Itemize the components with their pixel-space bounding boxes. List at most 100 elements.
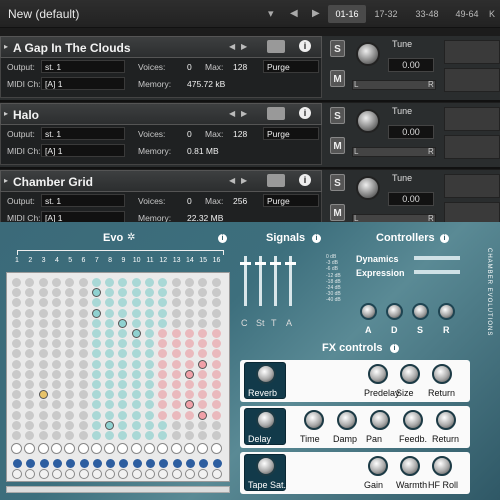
evo-step-dot[interactable] <box>131 380 141 389</box>
evo-step-note[interactable] <box>13 459 22 468</box>
evo-step-dot[interactable] <box>158 278 168 287</box>
evo-step-dot[interactable] <box>145 288 154 298</box>
evo-step-dot[interactable] <box>198 390 208 400</box>
evo-step-dot[interactable] <box>12 410 21 420</box>
evo-step-dot[interactable] <box>198 349 208 359</box>
evo-step-note[interactable] <box>146 459 155 468</box>
evo-step-button[interactable] <box>90 443 102 454</box>
evo-step-dot[interactable] <box>118 390 128 400</box>
signal-channel-label[interactable]: T <box>271 318 277 328</box>
evo-step-dot[interactable] <box>105 390 115 400</box>
evo-step-dot[interactable] <box>91 380 101 389</box>
evo-step-dot[interactable] <box>51 308 61 318</box>
evo-step-button[interactable] <box>157 443 169 454</box>
info-icon[interactable]: i <box>299 40 311 52</box>
evo-step-dot[interactable] <box>25 369 35 379</box>
next-instrument-icon[interactable]: ▶ <box>241 176 247 185</box>
fx-param-knob[interactable] <box>436 410 456 430</box>
evo-step-dot[interactable] <box>78 431 88 440</box>
evo-step-dot[interactable] <box>25 339 35 349</box>
evo-step-dot[interactable] <box>91 339 101 349</box>
evo-step-dot[interactable] <box>25 380 35 389</box>
fx-mix-knob[interactable] <box>256 410 276 430</box>
evo-step-dot[interactable] <box>145 369 154 379</box>
evo-step-dot[interactable] <box>51 359 61 369</box>
evo-step-dot[interactable] <box>65 369 75 379</box>
evo-step-toggle[interactable] <box>131 469 142 479</box>
evo-step-dot[interactable] <box>171 420 181 430</box>
evo-step-dot[interactable] <box>25 329 35 338</box>
evo-step-dot[interactable] <box>211 420 221 430</box>
evo-step-dot[interactable] <box>184 308 194 318</box>
evo-step-dot[interactable] <box>78 349 88 359</box>
page-tab-1[interactable]: 01-16 <box>328 5 366 23</box>
evo-step-dot[interactable] <box>145 431 154 440</box>
evo-step-dot[interactable] <box>78 410 88 420</box>
expression-slider[interactable] <box>414 270 460 274</box>
evo-step-dot[interactable] <box>78 390 88 400</box>
evo-step-dot[interactable] <box>145 420 154 430</box>
evo-step-dot[interactable] <box>12 420 21 430</box>
evo-step-button[interactable] <box>50 443 62 454</box>
evo-step-dot[interactable] <box>171 400 181 410</box>
evo-step-dot[interactable] <box>105 431 115 440</box>
evo-step-note[interactable] <box>52 459 62 468</box>
evo-step-dot[interactable] <box>211 390 221 400</box>
tune-value[interactable]: 0.00 <box>388 125 434 139</box>
evo-step-dot[interactable] <box>184 420 194 430</box>
signal-channel-label[interactable]: St <box>256 318 265 328</box>
camera-icon[interactable] <box>267 40 285 53</box>
evo-step-button[interactable] <box>210 443 222 454</box>
evo-step-dot[interactable] <box>105 278 115 287</box>
evo-step-dot[interactable] <box>158 359 168 369</box>
evo-step-dot[interactable] <box>91 288 101 298</box>
evo-step-dot[interactable] <box>12 380 21 389</box>
evo-step-toggle[interactable] <box>158 469 169 479</box>
evo-step-dot[interactable] <box>118 359 128 369</box>
evo-step-dot[interactable] <box>51 380 61 389</box>
evo-step-dot[interactable] <box>91 369 101 379</box>
evo-step-note[interactable] <box>172 459 182 468</box>
evo-step-dot[interactable] <box>38 390 48 400</box>
evo-step-dot[interactable] <box>78 288 88 298</box>
evo-step-dot[interactable] <box>105 339 115 349</box>
evo-step-dot[interactable] <box>198 298 208 308</box>
evo-info-icon[interactable]: i <box>218 234 227 243</box>
evo-step-dot[interactable] <box>211 288 221 298</box>
evo-step-dot[interactable] <box>171 308 181 318</box>
evo-step-dot[interactable] <box>118 420 128 430</box>
evo-step-dot[interactable] <box>91 318 101 328</box>
evo-step-dot[interactable] <box>184 431 194 440</box>
max-voices-value[interactable]: 128 <box>233 129 247 139</box>
fx-param-knob[interactable] <box>432 364 452 384</box>
evo-step-dot[interactable] <box>51 390 61 400</box>
evo-step-dot[interactable] <box>211 400 221 410</box>
pan-slider[interactable] <box>352 147 436 157</box>
evo-step-toggle[interactable] <box>184 469 195 479</box>
evo-step-dot[interactable] <box>171 278 181 287</box>
evo-step-dot[interactable] <box>158 369 168 379</box>
evo-step-dot[interactable] <box>211 298 221 308</box>
next-rack-icon[interactable]: ▶ <box>312 8 320 19</box>
evo-step-dot[interactable] <box>91 400 101 410</box>
page-tab-2[interactable]: 17-32 <box>367 5 405 23</box>
evo-step-dot[interactable] <box>78 308 88 318</box>
signal-fader-handle[interactable] <box>270 262 281 265</box>
evo-step-dot[interactable] <box>78 278 88 287</box>
evo-step-dot[interactable] <box>25 298 35 308</box>
evo-step-dot[interactable] <box>25 349 35 359</box>
evo-step-dot[interactable] <box>171 359 181 369</box>
prev-instrument-icon[interactable]: ◀ <box>229 176 235 185</box>
evo-step-button[interactable] <box>11 443 22 454</box>
evo-step-dot[interactable] <box>105 369 115 379</box>
evo-step-dot[interactable] <box>12 339 21 349</box>
evo-step-button[interactable] <box>64 443 76 454</box>
evo-step-toggle[interactable] <box>118 469 129 479</box>
fx-param-knob[interactable] <box>400 456 420 476</box>
evo-step-dot[interactable] <box>184 349 194 359</box>
evo-step-dot[interactable] <box>38 369 48 379</box>
evo-step-dot[interactable] <box>171 339 181 349</box>
evo-step-dot[interactable] <box>131 298 141 308</box>
evo-step-dot[interactable] <box>65 308 75 318</box>
evo-step-dot[interactable] <box>131 308 141 318</box>
